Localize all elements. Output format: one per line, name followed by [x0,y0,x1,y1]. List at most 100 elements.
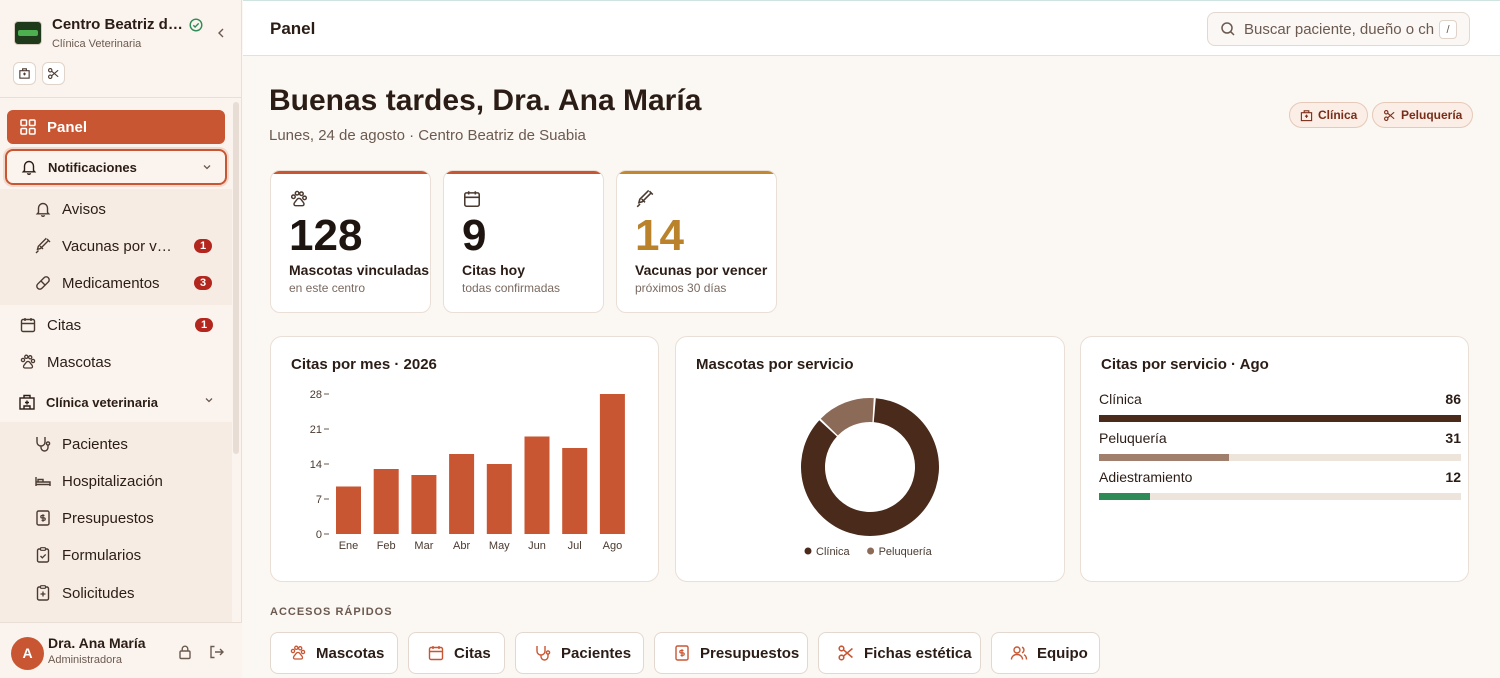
chart-title: Citas por servicio · Ago [1101,356,1269,373]
scissors-icon [48,68,59,79]
avatar[interactable]: A [11,637,44,670]
service-chart-card: Citas por servicio · Ago Clínica 86 Peluqu… [1080,336,1469,582]
nav-presupuestos-label: Presupuestos [62,509,154,527]
clipboard-plus-icon [36,585,50,601]
quick-equipo-button[interactable]: Equipo [991,632,1100,674]
grooming-mode-button[interactable] [42,62,65,85]
nav-pacientes[interactable]: Pacientes [34,429,224,459]
stat-value: 9 [462,211,487,260]
receipt-icon [36,510,50,526]
greeting: Buenas tardes, Dra. Ana María [269,84,702,117]
quick-fichas-estetica-button[interactable]: Fichas estética [818,632,981,674]
quick-citas-button[interactable]: Citas [408,632,505,674]
quick-mascotas-button[interactable]: Mascotas [270,632,398,674]
logout-icon[interactable] [208,644,225,660]
quick-pacientes-button[interactable]: Pacientes [515,632,644,674]
monthly-bar-chart: 0 7 14 21 28 Ene Feb Mar Abr May Jun Jul Ago [310,389,625,552]
y-tick-label: 28 [310,389,322,401]
clipboard-icon [36,547,50,563]
nav-clinica-label: Clínica veterinaria [46,394,158,410]
bar[interactable] [562,448,588,534]
hospital-icon [19,68,30,79]
lock-icon[interactable] [177,644,193,660]
bed-icon [35,477,51,486]
bar-track [1099,415,1461,422]
bar[interactable] [449,454,475,534]
quick-presupuestos-button[interactable]: Presupuestos [654,632,808,674]
brand-header: Centro Beatriz de Suabia Clínica Veterin… [0,0,242,98]
bar[interactable] [486,464,512,534]
quick-citas-label: Citas [454,644,491,662]
x-tick-label: Ene [339,540,359,552]
quick-fichas-estetica-label: Fichas estética [864,644,972,662]
nav-pacientes-label: Pacientes [62,435,128,453]
bar-fill [1099,454,1230,461]
calendar-icon [464,191,480,207]
chevron-down-icon [205,398,213,403]
stat-card-mascotas[interactable]: 128 Mascotas vinculadas en este centro [270,170,431,313]
service-label: Adiestramiento [1099,469,1193,485]
stat-label: Vacunas por vencer [635,262,768,278]
x-tick-label: Abr [453,540,470,552]
dashboard-icon [20,119,36,135]
paw-icon [20,354,36,369]
bar[interactable] [599,394,625,534]
nav-vacunas[interactable]: Vacunas por vencer 1 [34,231,224,261]
y-tick-label: 21 [310,424,322,436]
nav-hospitalizacion[interactable]: Hospitalización [34,466,224,496]
service-label: Clínica [1099,391,1142,407]
filter-pill-peluqueria-label: Peluquería [1401,108,1463,122]
monthly-chart-card: Citas por mes · 2026 0 7 14 21 28 Ene Feb Mar Ab… [270,336,659,582]
scissors-icon [1384,109,1395,121]
nav-avisos[interactable]: Avisos [34,194,224,224]
bar[interactable] [336,486,361,535]
nav-panel[interactable]: Panel [7,110,225,144]
service-value: 12 [1445,469,1461,485]
service-value: 86 [1445,391,1461,407]
collapse-sidebar-button[interactable] [214,26,228,40]
nav-group-clinica[interactable]: Clínica veterinaria [5,384,227,420]
stat-card-vacunas[interactable]: 14 Vacunas por vencer próximos 30 días [616,170,777,313]
hospital-icon [1300,109,1313,121]
filter-pill-peluqueria[interactable]: Peluquería [1372,102,1474,128]
stat-sublabel: en este centro [289,281,366,295]
search-box[interactable]: / [1207,12,1470,46]
bar[interactable] [411,475,437,534]
sidebar-scrollbar[interactable] [233,102,239,454]
nav-citas[interactable]: Citas 1 [19,310,225,340]
y-tick-label: 0 [316,529,322,541]
nav-formularios[interactable]: Formularios [34,540,224,570]
nav-notificaciones-label: Notificaciones [48,159,137,175]
nav-group-notificaciones[interactable]: Notificaciones [5,149,227,185]
paw-icon [290,645,306,660]
paw-icon [290,190,308,207]
scissors-icon [838,645,853,661]
bell-icon [21,160,37,176]
calendar-icon [428,646,444,661]
stat-value: 14 [635,211,684,260]
clinic-mode-button[interactable] [13,62,36,85]
filter-pill-clinica[interactable]: Clínica [1289,102,1369,128]
user-role: Administradora [48,654,122,666]
date-location: Lunes, 24 de agosto · Centro Beatriz de … [269,127,586,144]
user-profile: A Dra. Ana María Administradora [0,622,242,678]
nav-citas-label: Citas [47,316,82,334]
search-input[interactable] [1244,20,1434,38]
nav-presupuestos[interactable]: Presupuestos [34,503,224,533]
quick-mascotas-label: Mascotas [316,644,385,662]
topbar: Panel / [243,0,1500,56]
stat-card-citas[interactable]: 9 Citas hoy todas confirmadas [443,170,604,313]
service-donut-chart: Clínica Peluquería [801,398,939,558]
nav-solicitudes[interactable]: Solicitudes [34,578,224,608]
x-tick-label: Ago [603,540,623,552]
nav-mascotas[interactable]: Mascotas [19,347,225,377]
bar[interactable] [524,436,550,535]
stethoscope-icon [536,646,551,661]
bar[interactable] [373,469,399,534]
stat-value: 128 [289,211,363,260]
nav-medicamentos[interactable]: Medicamentos 3 [34,268,224,298]
nav-mascotas-label: Mascotas [47,353,112,371]
bar-fill [1099,493,1150,500]
bar-fill [1099,415,1461,422]
x-tick-label: Mar [414,540,433,552]
